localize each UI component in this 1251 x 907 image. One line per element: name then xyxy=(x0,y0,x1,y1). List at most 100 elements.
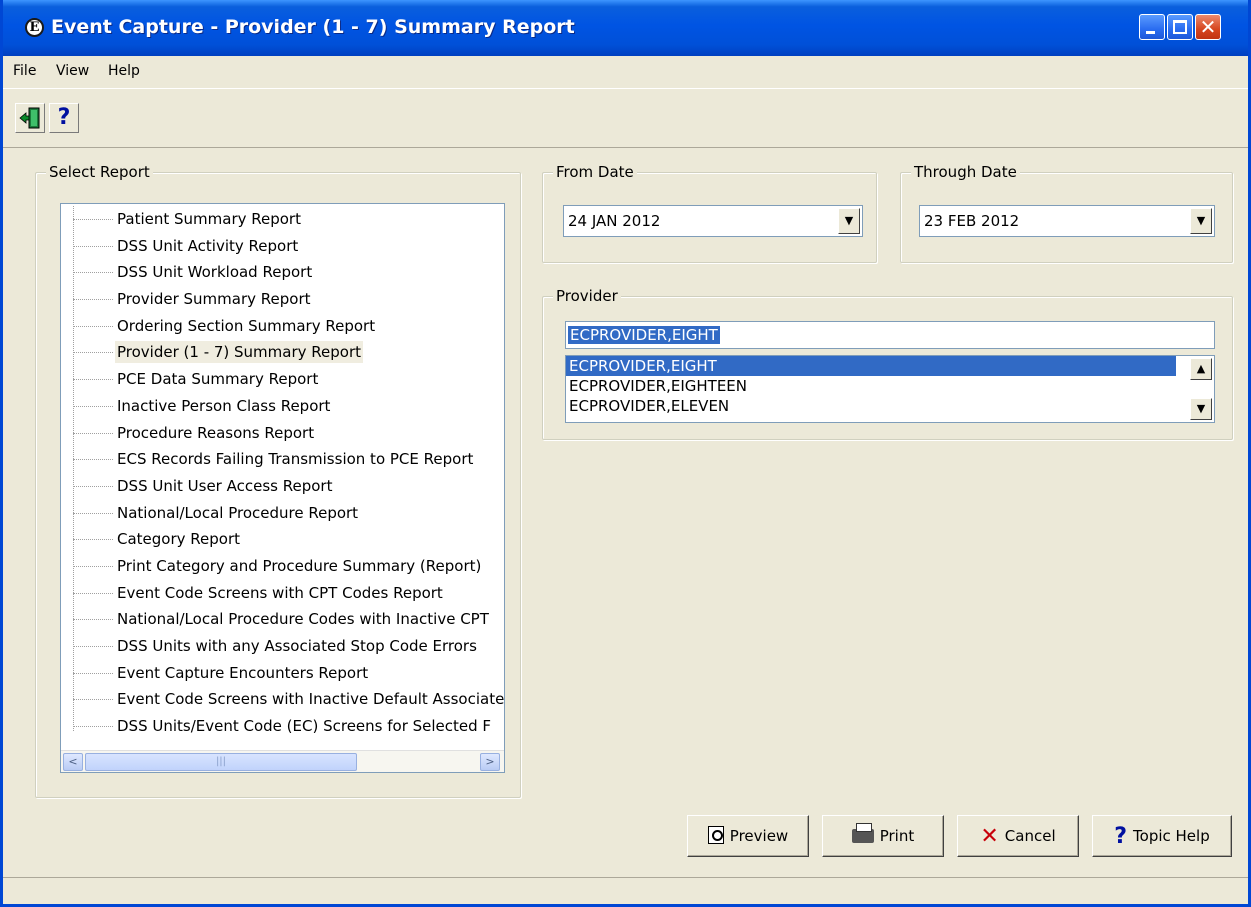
scroll-thumb[interactable]: ||| xyxy=(85,753,357,771)
maximize-button[interactable] xyxy=(1167,14,1193,40)
provider-option[interactable]: ECPROVIDER,EIGHTEEN xyxy=(566,376,1176,396)
cancel-button[interactable]: ✕ Cancel xyxy=(957,815,1079,857)
report-tree-item[interactable]: Category Report xyxy=(61,526,504,553)
printer-icon xyxy=(851,823,874,843)
chevron-left-icon: < xyxy=(68,755,78,768)
close-button[interactable]: ✕ xyxy=(1195,14,1221,40)
through-date-dropdown-button[interactable]: ▼ xyxy=(1190,208,1212,234)
window-title: Event Capture - Provider (1 - 7) Summary… xyxy=(51,16,575,38)
report-tree-item[interactable]: DSS Unit Workload Report xyxy=(61,259,504,286)
toolbar: ? xyxy=(3,88,1248,148)
report-tree-item[interactable]: Event Capture Encounters Report xyxy=(61,660,504,687)
report-tree-item-label: DSS Units with any Associated Stop Code … xyxy=(117,637,477,655)
through-date-label: Through Date xyxy=(911,163,1020,181)
exit-door-icon xyxy=(19,107,40,129)
report-tree-item[interactable]: Patient Summary Report xyxy=(61,206,504,233)
report-tree-item[interactable]: Procedure Reasons Report xyxy=(61,420,504,447)
report-tree-item-label: Inactive Person Class Report xyxy=(117,396,331,415)
report-tree-item-label: Category Report xyxy=(117,530,241,549)
through-date-value: 23 FEB 2012 xyxy=(924,212,1020,230)
provider-group: Provider ECPROVIDER,EIGHT ECPROVIDER,EIG… xyxy=(542,287,1233,440)
report-tree-item[interactable]: DSS Units with any Associated Stop Code … xyxy=(61,633,504,660)
minimize-icon xyxy=(1146,31,1155,34)
cancel-label: Cancel xyxy=(1004,827,1056,845)
provider-label: Provider xyxy=(553,287,621,305)
scroll-right-button[interactable]: > xyxy=(480,753,500,771)
chevron-down-icon: ▼ xyxy=(1196,214,1206,227)
report-tree-item-label: National/Local Procedure Codes with Inac… xyxy=(117,610,489,629)
report-tree-item[interactable]: Print Category and Procedure Summary (Re… xyxy=(61,553,504,580)
print-button[interactable]: Print xyxy=(822,815,944,857)
report-tree-item-label: Procedure Reasons Report xyxy=(117,423,315,442)
report-tree-item[interactable]: Provider (1 - 7) Summary Report xyxy=(61,339,504,366)
question-mark-icon: ? xyxy=(1114,824,1128,849)
report-tree-item[interactable]: National/Local Procedure Codes with Inac… xyxy=(61,606,504,633)
from-date-label: From Date xyxy=(553,163,637,181)
report-tree-item[interactable]: National/Local Procedure Report xyxy=(61,500,504,527)
close-icon: ✕ xyxy=(1199,15,1217,39)
report-tree-item[interactable]: ECS Records Failing Transmission to PCE … xyxy=(61,446,504,473)
report-tree-item[interactable]: Event Code Screens with CPT Codes Report xyxy=(61,580,504,607)
report-tree-item-label: DSS Unit Activity Report xyxy=(117,236,299,255)
topic-help-button[interactable]: ? Topic Help xyxy=(1092,815,1232,857)
report-tree-item-label: Provider (1 - 7) Summary Report xyxy=(115,341,364,364)
report-tree-item-label: National/Local Procedure Report xyxy=(117,503,359,522)
horizontal-scrollbar[interactable]: < ||| > xyxy=(61,750,504,772)
report-tree-item-label: DSS Unit User Access Report xyxy=(117,476,333,495)
report-tree-item[interactable]: Provider Summary Report xyxy=(61,286,504,313)
report-tree-item-label: ECS Records Failing Transmission to PCE … xyxy=(117,450,474,469)
from-date-combo[interactable]: 24 JAN 2012 ▼ xyxy=(563,205,863,237)
provider-list[interactable]: ECPROVIDER,EIGHT ECPROVIDER,EIGHTEEN ECP… xyxy=(565,355,1215,423)
report-tree-item-label: Ordering Section Summary Report xyxy=(117,316,376,335)
print-label: Print xyxy=(879,827,915,845)
from-date-value: 24 JAN 2012 xyxy=(568,212,661,230)
preview-label: Preview xyxy=(729,827,789,845)
report-tree-item-label: DSS Unit Workload Report xyxy=(117,263,313,282)
help-button[interactable]: ? xyxy=(49,103,79,133)
report-tree-item-label: Event Capture Encounters Report xyxy=(117,663,369,682)
scroll-left-button[interactable]: < xyxy=(63,753,83,771)
topic-help-label: Topic Help xyxy=(1133,827,1210,845)
menu-file[interactable]: File xyxy=(13,63,36,79)
scroll-down-button[interactable]: ▼ xyxy=(1190,398,1212,420)
maximize-icon xyxy=(1173,20,1187,34)
report-list: Patient Summary Report DSS Unit Activity … xyxy=(61,206,505,740)
report-tree-item-label: Event Code Screens with Inactive Default… xyxy=(117,690,505,709)
provider-option[interactable]: ECPROVIDER,EIGHT xyxy=(566,356,1176,376)
from-date-dropdown-button[interactable]: ▼ xyxy=(838,208,860,234)
report-tree-item-label: Print Category and Procedure Summary (Re… xyxy=(117,556,482,575)
question-mark-icon: ? xyxy=(57,105,71,130)
chevron-down-icon: ▼ xyxy=(1196,402,1206,415)
report-tree-item[interactable]: Event Code Screens with Inactive Default… xyxy=(61,686,505,713)
preview-magnifier-icon xyxy=(707,826,724,844)
report-tree-item-label: Provider Summary Report xyxy=(117,290,311,309)
scroll-up-button[interactable]: ▲ xyxy=(1190,358,1212,380)
minimize-button[interactable] xyxy=(1139,14,1165,40)
through-date-combo[interactable]: 23 FEB 2012 ▼ xyxy=(919,205,1215,237)
chevron-down-icon: ▼ xyxy=(844,214,854,227)
report-tree-item[interactable]: Inactive Person Class Report xyxy=(61,393,504,420)
provider-option[interactable]: ECPROVIDER,ELEVEN xyxy=(566,396,1176,416)
report-tree-item-label: DSS Units/Event Code (EC) Screens for Se… xyxy=(117,717,492,736)
report-tree-item[interactable]: DSS Unit User Access Report xyxy=(61,473,504,500)
status-bar xyxy=(3,877,1248,904)
grip-icon: ||| xyxy=(215,756,227,767)
report-tree-item[interactable]: Ordering Section Summary Report xyxy=(61,313,504,340)
report-tree-item[interactable]: DSS Unit Activity Report xyxy=(61,233,504,260)
report-tree-item-label: Patient Summary Report xyxy=(117,210,301,228)
report-tree-item[interactable]: PCE Data Summary Report xyxy=(61,366,504,393)
report-tree[interactable]: Patient Summary Report DSS Unit Activity … xyxy=(60,203,505,773)
title-bar[interactable]: E Event Capture - Provider (1 - 7) Summa… xyxy=(3,0,1248,56)
from-date-group: From Date 24 JAN 2012 ▼ xyxy=(542,163,877,263)
menu-view[interactable]: View xyxy=(56,63,89,79)
report-tree-item-label: Event Code Screens with CPT Codes Report xyxy=(117,583,443,602)
cancel-x-icon: ✕ xyxy=(980,824,999,849)
menu-help[interactable]: Help xyxy=(108,63,140,79)
report-tree-item[interactable]: DSS Units/Event Code (EC) Screens for Se… xyxy=(61,713,504,740)
menu-bar: File View Help xyxy=(3,58,1248,84)
report-tree-item-label: PCE Data Summary Report xyxy=(117,370,319,389)
provider-input[interactable]: ECPROVIDER,EIGHT xyxy=(565,321,1215,349)
exit-button[interactable] xyxy=(15,103,45,133)
through-date-group: Through Date 23 FEB 2012 ▼ xyxy=(900,163,1233,263)
preview-button[interactable]: Preview xyxy=(687,815,809,857)
